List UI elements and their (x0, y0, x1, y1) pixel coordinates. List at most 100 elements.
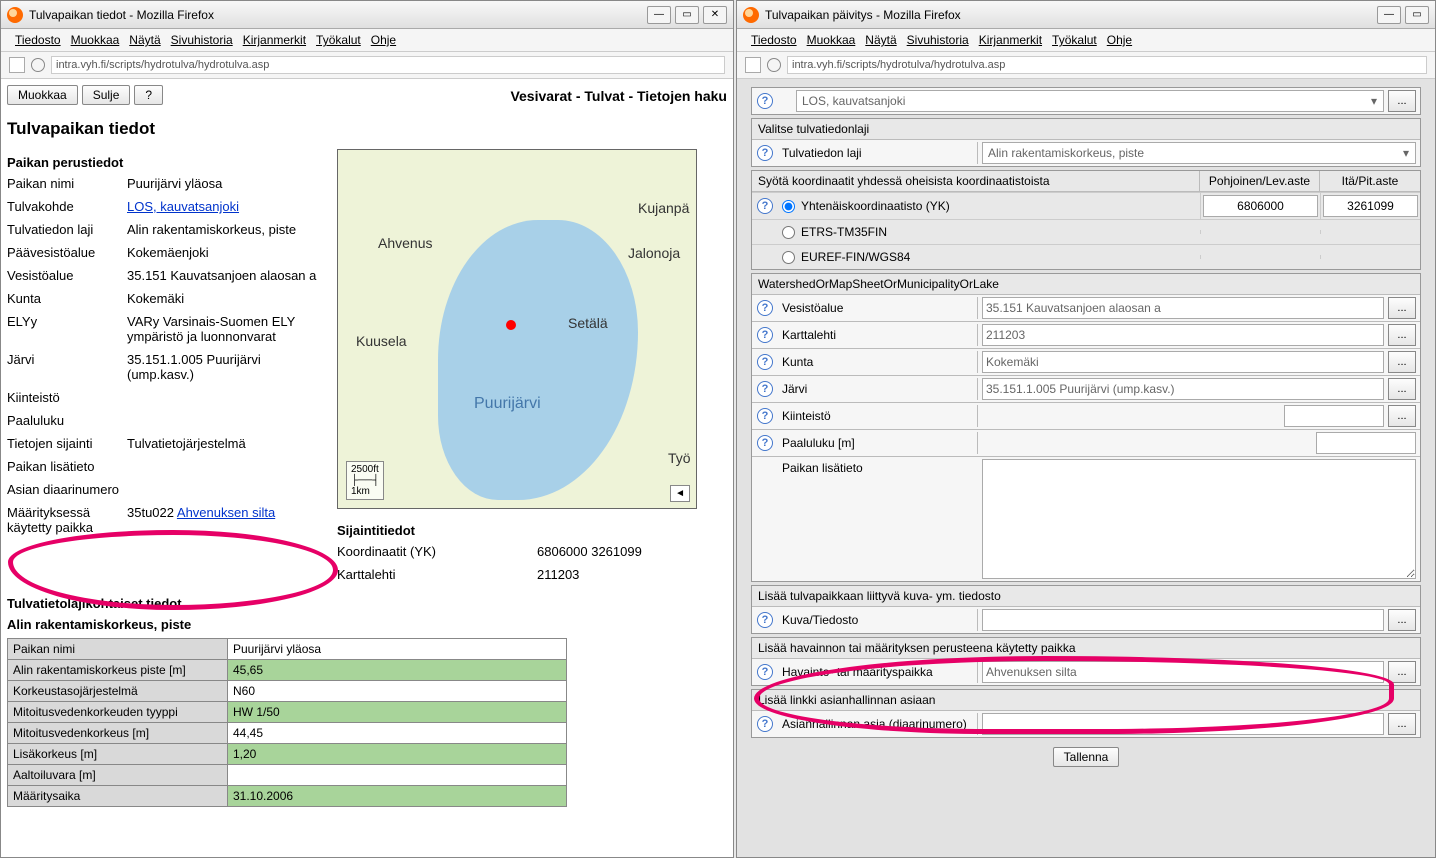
table-value: HW 1/50 (228, 702, 567, 723)
menu-kirjanmerkit[interactable]: Kirjanmerkit (975, 31, 1046, 49)
muokkaa-button[interactable]: Muokkaa (7, 85, 78, 105)
ita-input[interactable] (1323, 195, 1418, 217)
vesistoalue: 35.151 Kauvatsanjoen alaosan a (127, 268, 327, 283)
karttalehti-input[interactable] (982, 324, 1384, 346)
kuva-input[interactable] (982, 609, 1384, 631)
paaluluku-input[interactable] (1316, 432, 1416, 454)
menu-nayta[interactable]: Näytä (861, 31, 900, 49)
window-tiedot: Tulvapaikan tiedot - Mozilla Firefox — ▭… (0, 0, 734, 858)
globe-icon (31, 58, 45, 72)
url-input-right[interactable] (787, 56, 1427, 74)
table-value: 31.10.2006 (228, 786, 567, 807)
minimize-button[interactable]: — (647, 6, 671, 24)
map-nav[interactable]: ◄ (670, 485, 690, 502)
coord-header-pohj: Pohjoinen/Lev.aste (1200, 171, 1320, 191)
menu-ohje[interactable]: Ohje (367, 31, 400, 49)
radio-euref[interactable] (782, 251, 795, 264)
help-icon[interactable]: ? (757, 381, 773, 397)
maximize-button[interactable]: ▭ (675, 6, 699, 24)
help-icon[interactable]: ? (757, 435, 773, 451)
window-title-right: Tulvapaikan päivitys - Mozilla Firefox (765, 8, 961, 22)
kiinteisto-input[interactable] (1284, 405, 1384, 427)
browse-button[interactable]: ... (1388, 713, 1416, 735)
close-window-button[interactable]: ✕ (703, 6, 727, 24)
help-icon[interactable]: ? (757, 327, 773, 343)
havainto-input[interactable] (982, 661, 1384, 683)
maarit-link[interactable]: Ahvenuksen silta (177, 505, 275, 520)
menu-ohje[interactable]: Ohje (1103, 31, 1136, 49)
content-right: ? LOS, kauvatsanjoki... Valitse tulvatie… (737, 79, 1435, 857)
window-title: Tulvapaikan tiedot - Mozilla Firefox (29, 8, 214, 22)
menu-kirjanmerkit[interactable]: Kirjanmerkit (239, 31, 310, 49)
browse-button[interactable]: ... (1388, 90, 1416, 112)
tab-icon[interactable] (745, 57, 761, 73)
urlbar-left (1, 52, 733, 79)
browse-button[interactable]: ... (1388, 378, 1416, 400)
help-icon[interactable]: ? (757, 145, 773, 161)
tulva-heading: Tulvatietolajikohtaiset tiedot (7, 596, 727, 611)
jarvi-input[interactable] (982, 378, 1384, 400)
help-icon[interactable]: ? (757, 408, 773, 424)
help-icon[interactable]: ? (757, 716, 773, 732)
menu-muokkaa[interactable]: Muokkaa (803, 31, 860, 49)
vesistoalue-input[interactable] (982, 297, 1384, 319)
lisatieto-textarea[interactable] (982, 459, 1416, 579)
titlebar-right: Tulvapaikan päivitys - Mozilla Firefox —… (737, 1, 1435, 29)
tallenna-button[interactable]: Tallenna (1053, 747, 1120, 767)
menu-tyokalut[interactable]: Työkalut (312, 31, 365, 49)
menu-tiedosto[interactable]: Tiedosto (747, 31, 801, 49)
help-icon[interactable]: ? (757, 612, 773, 628)
table-label: Alin rakentamiskorkeus piste [m] (8, 660, 228, 681)
minimize-button[interactable]: — (1377, 6, 1401, 24)
content-left: Muokkaa Sulje ? Vesivarat - Tulvat - Tie… (1, 79, 733, 857)
help-icon[interactable]: ? (757, 354, 773, 370)
table-value (228, 765, 567, 786)
table-value: 44,45 (228, 723, 567, 744)
asia-input[interactable] (982, 713, 1384, 735)
help-icon[interactable]: ? (757, 300, 773, 316)
tulvakohde-link[interactable]: LOS, kauvatsanjoki (127, 199, 239, 214)
table-label: Määritysaika (8, 786, 228, 807)
menu-tyokalut[interactable]: Työkalut (1048, 31, 1101, 49)
tulvakohde-dropdown[interactable]: LOS, kauvatsanjoki (796, 90, 1384, 112)
asian-diaarinumero (127, 482, 327, 497)
menubar-left: Tiedosto Muokkaa Näytä Sivuhistoria Kirj… (1, 29, 733, 52)
section-koord: Syötä koordinaatit yhdessä oheisista koo… (752, 171, 1200, 191)
browse-button[interactable]: ... (1388, 297, 1416, 319)
section-valitse: Valitse tulvatiedonlaji (752, 119, 1420, 139)
paikan-lisatieto (127, 459, 327, 474)
menu-muokkaa[interactable]: Muokkaa (67, 31, 124, 49)
menu-nayta[interactable]: Näytä (125, 31, 164, 49)
map-scale: 2500ft├──┤1km (346, 461, 384, 500)
help-icon[interactable]: ? (757, 664, 773, 680)
browse-button[interactable]: ... (1388, 351, 1416, 373)
browse-button[interactable]: ... (1388, 324, 1416, 346)
help-icon[interactable]: ? (757, 93, 773, 109)
menu-sivuhistoria[interactable]: Sivuhistoria (903, 31, 973, 49)
pohj-input[interactable] (1203, 195, 1318, 217)
help-button[interactable]: ? (134, 85, 163, 105)
menu-sivuhistoria[interactable]: Sivuhistoria (167, 31, 237, 49)
table-value: 45,65 (228, 660, 567, 681)
window-paivitys: Tulvapaikan päivitys - Mozilla Firefox —… (736, 0, 1436, 858)
radio-etrs[interactable] (782, 226, 795, 239)
map-label-kujanpa: Kujanpä (638, 200, 689, 216)
kunta-input[interactable] (982, 351, 1384, 373)
map-label-setala: Setälä (568, 315, 608, 331)
browse-button[interactable]: ... (1388, 661, 1416, 683)
browse-button[interactable]: ... (1388, 609, 1416, 631)
tulvatiedon-dropdown[interactable]: Alin rakentamiskorkeus, piste (982, 142, 1416, 164)
maximize-button[interactable]: ▭ (1405, 6, 1429, 24)
browse-button[interactable]: ... (1388, 405, 1416, 427)
url-input-left[interactable] (51, 56, 725, 74)
tab-icon[interactable] (9, 57, 25, 73)
location-map[interactable]: Puurijärvi Ahvenus Kuusela Setälä Kujanp… (337, 149, 697, 509)
menu-tiedosto[interactable]: Tiedosto (11, 31, 65, 49)
table-label: Paikan nimi (8, 639, 228, 660)
help-icon[interactable]: ? (757, 198, 773, 214)
radio-yk[interactable] (782, 200, 795, 213)
sulje-button[interactable]: Sulje (82, 85, 131, 105)
firefox-icon (7, 7, 23, 23)
table-value: N60 (228, 681, 567, 702)
tietojen-sijainti: Tulvatietojärjestelmä (127, 436, 327, 451)
